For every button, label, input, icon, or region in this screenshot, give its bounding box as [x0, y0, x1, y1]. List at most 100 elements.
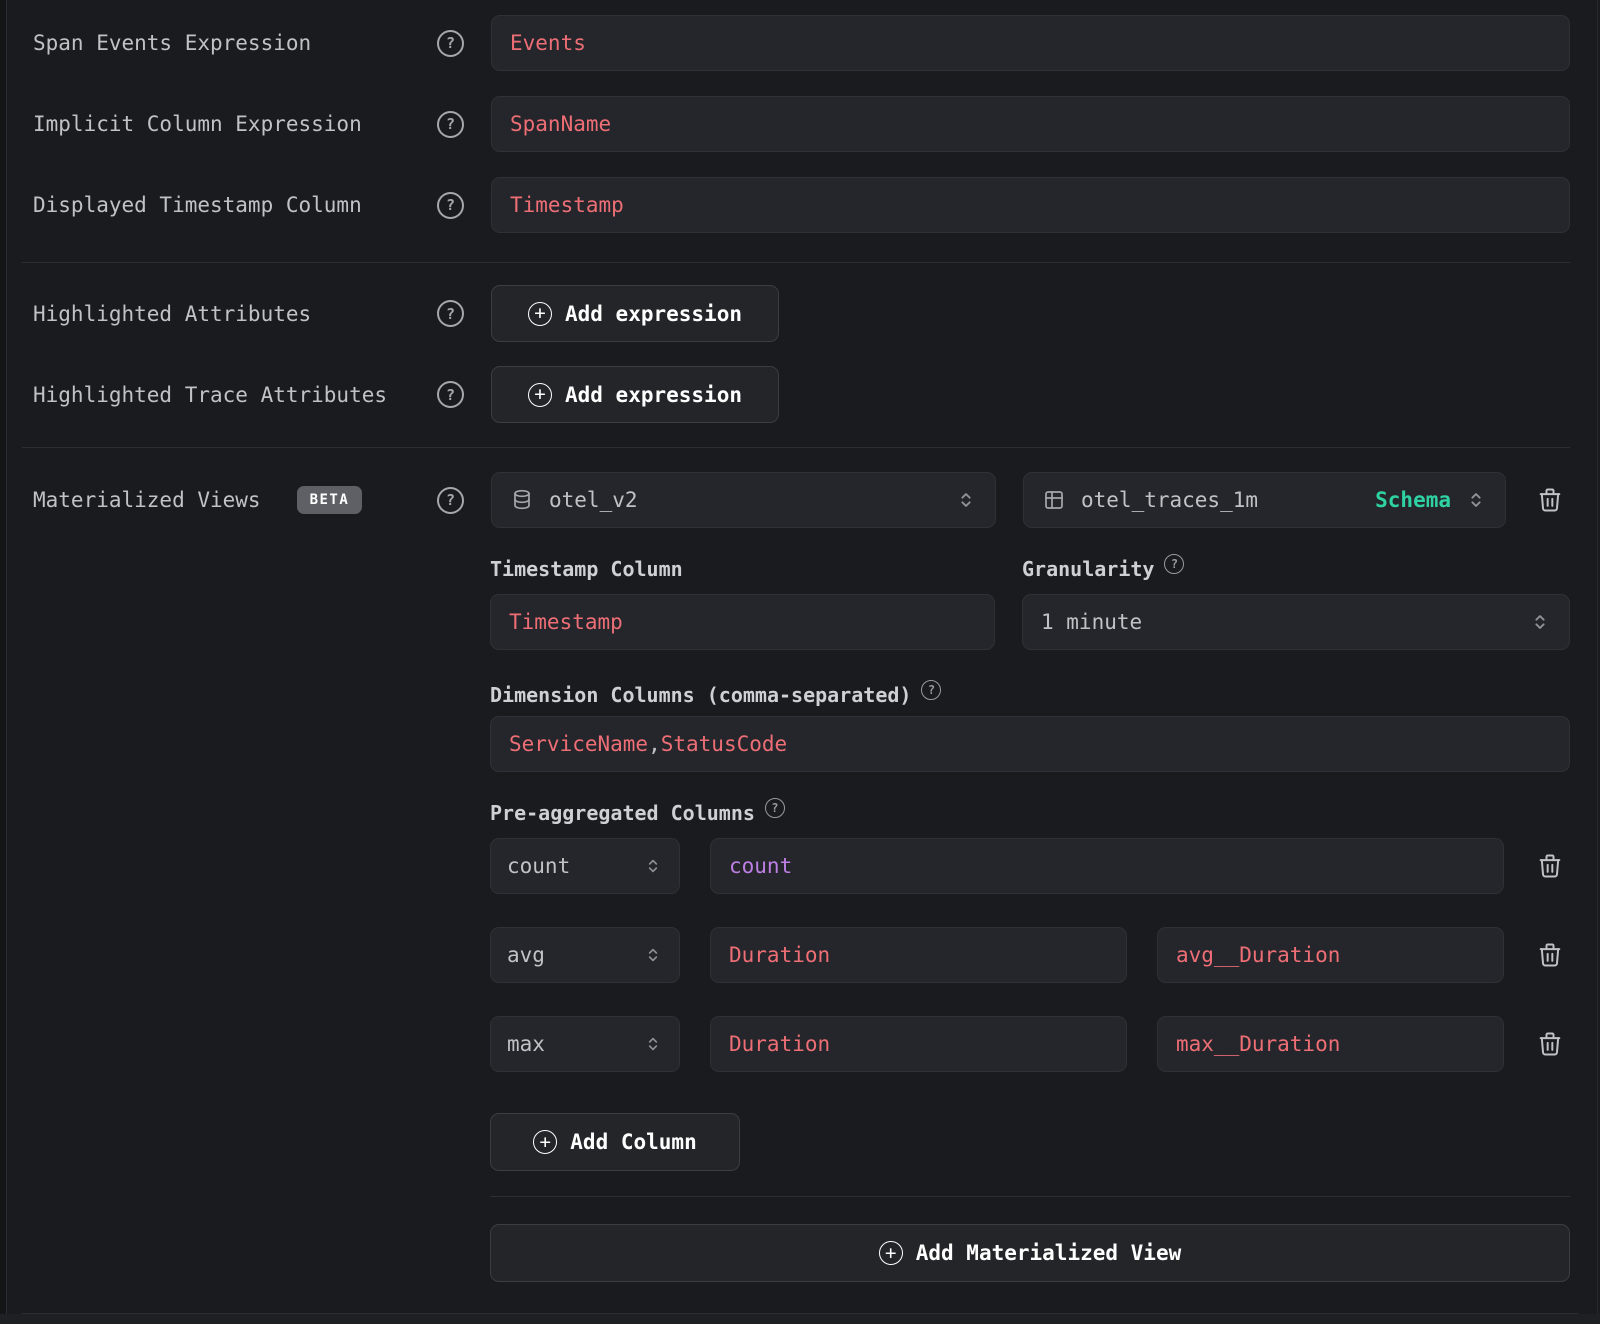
plus-circle-icon: + — [528, 383, 552, 407]
chevron-updown-icon — [643, 856, 663, 876]
delete-column-button[interactable] — [1536, 1030, 1564, 1058]
database-select-value: otel_v2 — [549, 488, 638, 512]
help-icon[interactable]: ? — [921, 680, 941, 700]
pre-aggregated-columns-label: Pre-aggregated Columns — [490, 802, 755, 824]
aggregation-alias-value: max__Duration — [1176, 1032, 1340, 1056]
aggregation-select-value: avg — [507, 943, 545, 967]
trash-icon — [1536, 941, 1564, 969]
add-materialized-view-button-label: Add Materialized View — [916, 1241, 1182, 1265]
dimension-columns-label-group: Dimension Columns (comma-separated) ? — [490, 684, 941, 706]
chevron-updown-icon — [955, 489, 977, 511]
chevron-updown-icon — [1465, 489, 1487, 511]
pre-aggregated-row: max Duration max__Duration — [490, 1016, 1504, 1072]
help-icon[interactable]: ? — [437, 30, 464, 57]
aggregation-alias-value: avg__Duration — [1176, 943, 1340, 967]
footer-strip — [0, 1314, 1600, 1324]
materialized-views-label: Materialized Views — [33, 488, 261, 512]
aggregation-alias-input[interactable]: max__Duration — [1157, 1016, 1504, 1072]
help-icon[interactable]: ? — [437, 192, 464, 219]
timestamp-column-label: Timestamp Column — [490, 558, 683, 580]
dimension-column-value: StatusCode — [661, 732, 787, 756]
form-row-highlighted-trace-attributes: Highlighted Trace Attributes ? + Add exp… — [33, 366, 1570, 423]
add-materialized-view-button[interactable]: + Add Materialized View — [490, 1224, 1570, 1282]
dimension-columns-input[interactable]: ServiceName, StatusCode — [490, 716, 1570, 772]
add-expression-button[interactable]: + Add expression — [491, 366, 779, 423]
aggregation-select-value: max — [507, 1032, 545, 1056]
help-icon[interactable]: ? — [437, 381, 464, 408]
pre-aggregated-columns-label-group: Pre-aggregated Columns ? — [490, 802, 785, 824]
table-select-value: otel_traces_1m — [1081, 488, 1258, 512]
aggregation-select-value: count — [507, 854, 570, 878]
chevron-updown-icon — [1529, 611, 1551, 633]
form-row-displayed-timestamp: Displayed Timestamp Column ? Timestamp — [33, 177, 1570, 233]
granularity-select[interactable]: 1 minute — [1022, 594, 1570, 650]
mv-timestamp-column-input[interactable]: Timestamp — [490, 594, 995, 650]
beta-badge: BETA — [297, 486, 363, 514]
dimension-columns-label: Dimension Columns (comma-separated) — [490, 684, 911, 706]
form-row-span-events: Span Events Expression ? Events — [33, 15, 1570, 71]
trash-icon — [1536, 1030, 1564, 1058]
delete-column-button[interactable] — [1536, 852, 1564, 880]
section-divider — [22, 447, 1570, 448]
chevron-updown-icon — [643, 945, 663, 965]
help-icon[interactable]: ? — [1164, 554, 1184, 574]
aggregation-expression-value: Duration — [729, 943, 830, 967]
source-settings-form: Span Events Expression ? Events Implicit… — [0, 0, 1600, 1324]
add-expression-button-label: Add expression — [565, 302, 742, 326]
highlighted-trace-attributes-label: Highlighted Trace Attributes — [33, 383, 437, 407]
plus-circle-icon: + — [879, 1241, 903, 1265]
form-row-implicit-column: Implicit Column Expression ? SpanName — [33, 96, 1570, 152]
panel-left-border — [0, 0, 7, 1324]
aggregation-select[interactable]: max — [490, 1016, 680, 1072]
section-divider — [22, 262, 1570, 263]
dimension-separator: , — [648, 732, 661, 756]
displayed-timestamp-column-label: Displayed Timestamp Column — [33, 193, 437, 217]
add-expression-button-label: Add expression — [565, 383, 742, 407]
database-select[interactable]: otel_v2 — [491, 472, 996, 528]
aggregation-expression-value: Duration — [729, 1032, 830, 1056]
aggregation-expression-input[interactable]: Duration — [710, 927, 1127, 983]
displayed-timestamp-column-input[interactable]: Timestamp — [491, 177, 1570, 233]
add-expression-button[interactable]: + Add expression — [491, 285, 779, 342]
span-events-expression-input[interactable]: Events — [491, 15, 1570, 71]
displayed-timestamp-column-value: Timestamp — [510, 193, 624, 217]
help-icon[interactable]: ? — [437, 111, 464, 138]
table-select[interactable]: otel_traces_1m Schema — [1023, 472, 1506, 528]
database-icon — [510, 488, 534, 512]
plus-circle-icon: + — [528, 302, 552, 326]
chevron-updown-icon — [643, 1034, 663, 1054]
span-events-expression-label: Span Events Expression — [33, 31, 437, 55]
mv-timestamp-column-value: Timestamp — [509, 610, 623, 634]
help-icon[interactable]: ? — [437, 487, 464, 514]
help-icon[interactable]: ? — [765, 798, 785, 818]
dimension-column-value: ServiceName — [509, 732, 648, 756]
section-divider — [490, 1196, 1570, 1197]
add-column-button-label: Add Column — [570, 1130, 696, 1154]
panel-right-border — [1597, 0, 1598, 1324]
materialized-views-label-group: Materialized Views BETA — [33, 486, 437, 514]
trash-icon — [1536, 486, 1564, 514]
granularity-label-group: Granularity ? — [1022, 558, 1184, 580]
delete-column-button[interactable] — [1536, 941, 1564, 969]
aggregation-alias-input[interactable]: avg__Duration — [1157, 927, 1504, 983]
implicit-column-expression-label: Implicit Column Expression — [33, 112, 437, 136]
granularity-value: 1 minute — [1041, 610, 1142, 634]
highlighted-attributes-label: Highlighted Attributes — [33, 302, 437, 326]
help-icon[interactable]: ? — [437, 300, 464, 327]
schema-link[interactable]: Schema — [1375, 488, 1451, 512]
implicit-column-expression-input[interactable]: SpanName — [491, 96, 1570, 152]
pre-aggregated-row: count count — [490, 838, 1504, 894]
implicit-column-expression-value: SpanName — [510, 112, 611, 136]
form-row-highlighted-attributes: Highlighted Attributes ? + Add expressio… — [33, 285, 1570, 342]
table-icon — [1042, 488, 1066, 512]
trash-icon — [1536, 852, 1564, 880]
add-column-button[interactable]: + Add Column — [490, 1113, 740, 1171]
aggregation-select[interactable]: count — [490, 838, 680, 894]
aggregation-expression-input[interactable]: count — [710, 838, 1504, 894]
pre-aggregated-row: avg Duration avg__Duration — [490, 927, 1504, 983]
aggregation-select[interactable]: avg — [490, 927, 680, 983]
span-events-expression-value: Events — [510, 31, 586, 55]
delete-materialized-view-button[interactable] — [1536, 486, 1564, 514]
aggregation-expression-input[interactable]: Duration — [710, 1016, 1127, 1072]
granularity-label: Granularity — [1022, 558, 1154, 580]
